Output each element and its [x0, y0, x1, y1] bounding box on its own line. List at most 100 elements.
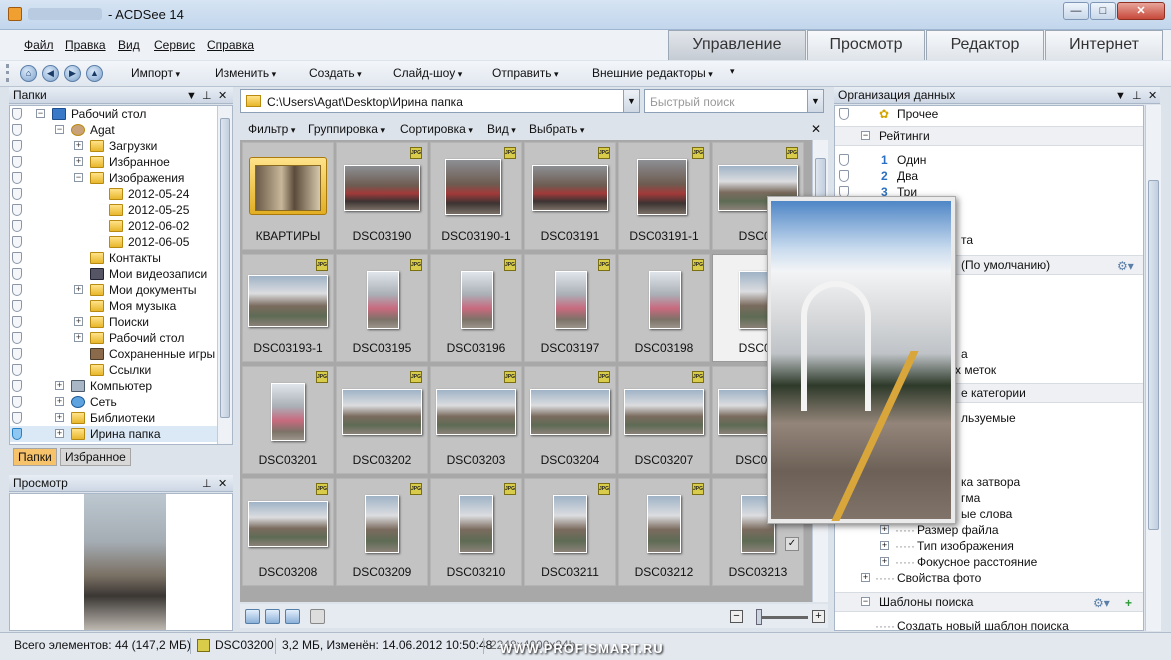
thumbnail[interactable]: JPG DSC03196	[430, 254, 522, 362]
zoom-out-button[interactable]: −	[730, 610, 743, 623]
tree-item[interactable]: + Библиотеки	[10, 410, 230, 426]
toolbar-overflow-icon[interactable]: ▾	[730, 66, 735, 77]
tree-scrollbar[interactable]	[217, 106, 232, 444]
menu-view[interactable]: Вид	[118, 38, 140, 52]
pin-icon[interactable]: ⊥	[202, 88, 212, 104]
thumbnail[interactable]: JPG DSC03201	[242, 366, 334, 474]
quick-search-input[interactable]: Быстрый поиск ▼	[644, 89, 824, 113]
tree-item[interactable]: + Компьютер	[10, 378, 230, 394]
tree-item[interactable]: Сохраненные игры	[10, 346, 230, 362]
search-templates-section[interactable]: − Шаблоны поиска ⚙▾ +	[835, 592, 1143, 612]
gear-icon[interactable]: ⚙▾	[1117, 257, 1134, 275]
panel-close-icon[interactable]: ✕	[218, 88, 227, 104]
tree-item[interactable]: Контакты	[10, 250, 230, 266]
expand-icon[interactable]: +	[880, 557, 889, 566]
tab-folders[interactable]: Папки	[13, 448, 57, 466]
expand-icon[interactable]: +	[74, 285, 83, 294]
thumbnail[interactable]: JPG DSC03212	[618, 478, 710, 586]
app-icon[interactable]	[8, 7, 22, 21]
tab-favorites[interactable]: Избранное	[60, 448, 131, 466]
pin-icon[interactable]: ⊥	[202, 476, 212, 492]
thumbnail[interactable]: JPG DSC03203	[430, 366, 522, 474]
category-item[interactable]: ✿ Прочее	[835, 106, 1143, 122]
tree-item[interactable]: + Рабочий стол	[10, 330, 230, 346]
tree-item[interactable]: 2012-05-25	[10, 202, 230, 218]
zoom-slider-handle[interactable]	[756, 609, 762, 625]
thumbnail-folder[interactable]: КВАРТИРЫ	[242, 142, 334, 250]
create-search-template-item[interactable]: ····· Создать новый шаблон поиска	[835, 618, 1143, 630]
tree-item[interactable]: 2012-06-02	[10, 218, 230, 234]
organize-scroll-thumb[interactable]	[1148, 180, 1159, 530]
thumbnail[interactable]: JPG DSC03197	[524, 254, 616, 362]
tree-item-selected[interactable]: + Ирина папка	[10, 426, 230, 442]
tree-item[interactable]: Моя музыка	[10, 298, 230, 314]
select-menu[interactable]: Выбрать	[529, 122, 584, 136]
expand-icon[interactable]: +	[74, 157, 83, 166]
add-icon[interactable]: +	[1125, 594, 1132, 612]
menu-edit[interactable]: Правка	[65, 38, 106, 52]
expand-icon[interactable]: +	[55, 429, 64, 438]
file-size-item[interactable]: + ····· Размер файла	[835, 522, 1143, 538]
expand-icon[interactable]: +	[55, 413, 64, 422]
collapse-icon[interactable]: −	[74, 173, 83, 182]
thumbnail[interactable]: JPG DSC03191	[524, 142, 616, 250]
tree-item[interactable]: + Мои документы	[10, 282, 230, 298]
tab-view[interactable]: Просмотр	[807, 30, 925, 60]
collapse-icon[interactable]: −	[55, 125, 64, 134]
menu-file[interactable]: Файл	[24, 38, 54, 52]
image-type-item[interactable]: + ····· Тип изображения	[835, 538, 1143, 554]
group-menu[interactable]: Группировка	[308, 122, 385, 136]
expand-icon[interactable]: +	[74, 141, 83, 150]
photo-properties-item[interactable]: + ····· Свойства фото	[835, 570, 1143, 586]
tree-item[interactable]: 2012-06-05	[10, 234, 230, 250]
modify-menu[interactable]: Изменить	[215, 66, 276, 80]
sort-menu[interactable]: Сортировка	[400, 122, 473, 136]
thumbnail[interactable]: JPG DSC03198	[618, 254, 710, 362]
tree-item[interactable]: + Поиски	[10, 314, 230, 330]
tree-item[interactable]: − Изображения	[10, 170, 230, 186]
organize-scrollbar[interactable]	[1145, 105, 1161, 631]
thumbnail[interactable]: JPG DSC03190-1	[430, 142, 522, 250]
collapse-icon[interactable]: −	[36, 109, 45, 118]
tree-item[interactable]: − Agat	[10, 122, 230, 138]
slideshow-icon[interactable]	[245, 609, 260, 624]
expand-icon[interactable]: +	[880, 541, 889, 550]
tree-item[interactable]: 2012-05-24	[10, 186, 230, 202]
up-icon[interactable]: ▲	[86, 65, 103, 82]
collapse-icon[interactable]: −	[861, 131, 870, 140]
maximize-button[interactable]: □	[1090, 2, 1116, 20]
panel-close-icon[interactable]: ✕	[1148, 88, 1157, 104]
tab-editor[interactable]: Редактор	[926, 30, 1044, 60]
external-editors-menu[interactable]: Внешние редакторы	[592, 66, 713, 80]
ratings-section[interactable]: − Рейтинги	[835, 126, 1143, 146]
forward-icon[interactable]: ▶	[64, 65, 81, 82]
thumbnail[interactable]: JPG DSC03211	[524, 478, 616, 586]
search-dropdown-icon[interactable]: ▼	[807, 90, 823, 112]
view-menu[interactable]: Вид	[487, 122, 516, 136]
panel-close-icon[interactable]: ✕	[218, 476, 227, 492]
expand-icon[interactable]: +	[880, 525, 889, 534]
rating-two[interactable]: 2 Два	[835, 168, 1143, 184]
path-bar[interactable]: C:\Users\Agat\Desktop\Ирина папка ▼	[240, 89, 640, 113]
expand-icon[interactable]: +	[74, 333, 83, 342]
rating-one[interactable]: 1 Один	[835, 152, 1143, 168]
tree-item[interactable]: Ссылки	[10, 362, 230, 378]
tree-item[interactable]: + Сеть	[10, 394, 230, 410]
tree-item[interactable]: − Рабочий стол	[10, 106, 230, 122]
pin-icon[interactable]: ⊥	[1132, 88, 1142, 104]
slideshow-menu[interactable]: Слайд-шоу	[393, 66, 462, 80]
tree-item[interactable]: + Избранное	[10, 154, 230, 170]
thumbnail[interactable]: JPG DSC03195	[336, 254, 428, 362]
rotate-right-icon[interactable]	[285, 609, 300, 624]
expand-icon[interactable]: +	[55, 381, 64, 390]
thumbnail[interactable]: JPG DSC03208	[242, 478, 334, 586]
expand-icon[interactable]: +	[74, 317, 83, 326]
thumbnail[interactable]: JPG DSC03193-1	[242, 254, 334, 362]
thumbnail[interactable]: JPG DSC03209	[336, 478, 428, 586]
home-icon[interactable]: ⌂	[20, 65, 37, 82]
gear-icon[interactable]: ⚙▾	[1093, 594, 1110, 612]
import-menu[interactable]: Импорт	[131, 66, 180, 80]
thumbnail[interactable]: JPG DSC03210	[430, 478, 522, 586]
menu-tools[interactable]: Сервис	[154, 38, 195, 52]
tree-scroll-thumb[interactable]	[220, 118, 230, 418]
